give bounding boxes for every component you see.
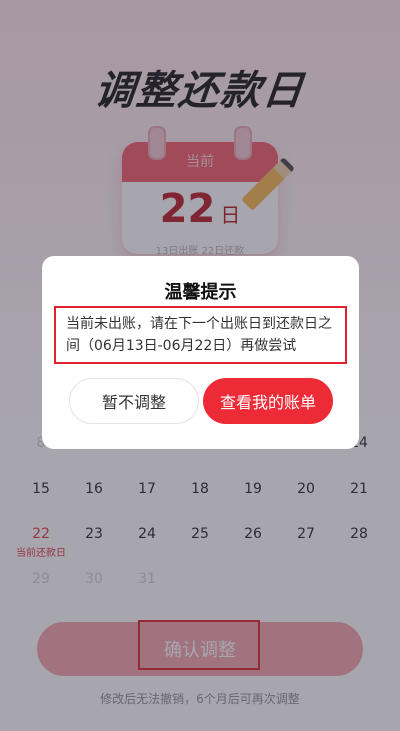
tip-dialog: 温馨提示 当前未出账，请在下一个出账日到还款日之间（06月13日-06月22日）… [42, 256, 359, 449]
dialog-message: 当前未出账，请在下一个出账日到还款日之间（06月13日-06月22日）再做尝试 [66, 316, 332, 354]
view-bill-button[interactable]: 查看我的账单 [203, 378, 333, 424]
cancel-button[interactable]: 暂不调整 [69, 378, 199, 424]
dialog-title: 温馨提示 [164, 282, 237, 303]
